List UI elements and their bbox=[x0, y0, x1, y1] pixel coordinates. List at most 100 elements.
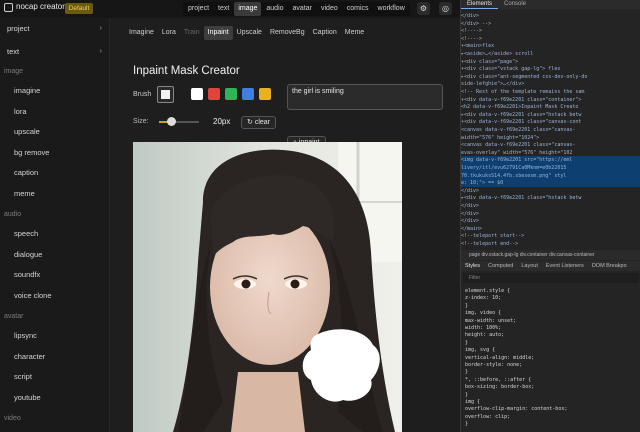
css-rule-line: vertical-align: middle; bbox=[465, 354, 535, 361]
feature-tabs: Imagine Lora Train Inpaint Upscale RemoveBg Ca… bbox=[125, 26, 368, 40]
top-bar: nocap creator Default project text image au… bbox=[0, 0, 460, 18]
sidebar-section-avatar: avatar bbox=[4, 313, 24, 320]
theme-icon[interactable]: ◎ bbox=[439, 2, 452, 15]
color-swatch[interactable] bbox=[225, 88, 237, 100]
main-panel: Imagine Lora Train Inpaint Upscale RemoveBg Ca… bbox=[111, 18, 460, 432]
css-rule-line: box-sizing: border-box; bbox=[465, 384, 535, 391]
css-rule-line: img, video { bbox=[465, 310, 502, 317]
styles-tabs: Styles Computed Layout Event Listeners DOM B… bbox=[461, 261, 640, 271]
css-rule-line: img { bbox=[465, 399, 481, 405]
portrait-image bbox=[133, 142, 402, 432]
app-area: nocap creator Default project text image au… bbox=[0, 0, 460, 432]
css-rule-line: z-index: 10; bbox=[465, 295, 502, 302]
top-nav-image[interactable]: image bbox=[234, 2, 262, 16]
sidebar-item-character[interactable]: character bbox=[14, 352, 45, 361]
css-rule-line: element.style { bbox=[465, 288, 511, 294]
css-rule-line: overflow: clip; bbox=[465, 413, 511, 420]
top-nav-audio[interactable]: audio bbox=[262, 2, 287, 16]
app-name: nocap creator bbox=[16, 2, 65, 11]
page-title: Inpaint Mask Creator bbox=[133, 65, 240, 77]
sidebar-group-label: text bbox=[7, 47, 20, 56]
top-nav-text[interactable]: text bbox=[214, 2, 233, 16]
sidebar-item-speech[interactable]: speech bbox=[14, 229, 38, 238]
tab-upscale[interactable]: Upscale bbox=[233, 26, 266, 40]
css-rule-line: border-style: none; bbox=[465, 362, 523, 368]
sidebar-item-lipsync[interactable]: lipsync bbox=[14, 331, 37, 340]
brush-size-value: 20px bbox=[213, 117, 231, 126]
inpaint-canvas[interactable] bbox=[133, 142, 402, 432]
top-nav-workflow[interactable]: workflow bbox=[374, 2, 409, 16]
sidebar-item-upscale[interactable]: upscale bbox=[14, 127, 40, 136]
dom-node-line[interactable]: <!--teleport end--> bbox=[461, 240, 640, 248]
styles-tab-styles[interactable]: Styles bbox=[461, 263, 484, 269]
color-swatch[interactable] bbox=[208, 88, 220, 100]
sidebar: project › text › image imagine lora upscale bg r… bbox=[0, 18, 110, 432]
top-nav-comics[interactable]: comics bbox=[343, 2, 373, 16]
sidebar-section-audio: audio bbox=[4, 211, 22, 218]
devtools-panel: Elements Console </div> </div> --> <!----… bbox=[460, 0, 640, 432]
top-nav-avatar[interactable]: avatar bbox=[289, 2, 316, 16]
chevron-right-icon: › bbox=[99, 48, 102, 55]
css-rule-line: } bbox=[465, 369, 469, 376]
top-nav: project text image audio avatar video comics wo… bbox=[183, 2, 410, 16]
refresh-icon: ↻ bbox=[247, 119, 253, 126]
top-nav-video[interactable]: video bbox=[317, 2, 342, 16]
color-swatch[interactable] bbox=[242, 88, 254, 100]
tab-imagine[interactable]: Imagine bbox=[125, 26, 158, 40]
styles-tab-dom-breakpo[interactable]: DOM Breakpo bbox=[588, 263, 631, 269]
clear-button[interactable]: ↻ clear bbox=[241, 116, 277, 129]
logo-icon bbox=[4, 3, 13, 12]
tab-meme[interactable]: Meme bbox=[341, 26, 368, 40]
dom-breadcrumb[interactable]: page div.vstack.gap-lg div.container div… bbox=[461, 250, 640, 260]
sidebar-section-video: video bbox=[4, 415, 21, 422]
sidebar-item-meme[interactable]: meme bbox=[14, 189, 35, 198]
css-rule-line: } bbox=[465, 391, 469, 398]
brush-size-slider-handle[interactable] bbox=[166, 117, 176, 126]
tab-inpaint[interactable]: Inpaint bbox=[203, 26, 233, 40]
sidebar-item-imagine[interactable]: imagine bbox=[14, 86, 40, 95]
prompt-input[interactable]: the girl is smiling bbox=[287, 84, 443, 110]
styles-filter-input[interactable]: Filter bbox=[463, 273, 639, 283]
sidebar-item-youtube[interactable]: youtube bbox=[14, 393, 41, 402]
css-rule-line: overflow-clip-margin: content-box; bbox=[465, 406, 568, 413]
color-swatch[interactable] bbox=[191, 88, 203, 100]
sidebar-section-image: image bbox=[4, 68, 24, 75]
css-rule-line: img, svg { bbox=[465, 347, 496, 354]
sidebar-group-label: project bbox=[7, 24, 30, 33]
sidebar-item-bg-remove[interactable]: bg remove bbox=[14, 148, 49, 157]
brush-label: Brush bbox=[133, 91, 152, 98]
tab-caption[interactable]: Caption bbox=[309, 26, 341, 40]
devtools-tab-console[interactable]: Console bbox=[498, 0, 532, 9]
sidebar-group-project[interactable]: project › bbox=[0, 20, 110, 38]
brush-color-preview[interactable] bbox=[157, 86, 174, 103]
tab-lora[interactable]: Lora bbox=[158, 26, 180, 40]
profile-badge[interactable]: Default bbox=[65, 3, 93, 14]
screen: nocap creator Default project text image au… bbox=[0, 0, 640, 432]
css-rule-line: } bbox=[465, 421, 469, 428]
sidebar-item-soundfx[interactable]: soundfx bbox=[14, 270, 40, 279]
devtools-tabs: Elements Console bbox=[461, 0, 640, 9]
styles-tab-event-listeners[interactable]: Event Listeners bbox=[542, 263, 588, 269]
color-swatch[interactable] bbox=[259, 88, 271, 100]
sidebar-item-script[interactable]: script bbox=[14, 372, 32, 381]
sidebar-item-caption[interactable]: caption bbox=[14, 168, 38, 177]
chevron-right-icon: › bbox=[99, 25, 102, 32]
clear-label: clear bbox=[254, 119, 271, 126]
css-rule-line: max-width: unset; bbox=[465, 317, 517, 324]
tab-removebg[interactable]: RemoveBg bbox=[266, 26, 309, 40]
css-rule-line: } bbox=[465, 339, 469, 346]
sidebar-item-voice-clone[interactable]: voice clone bbox=[14, 291, 52, 300]
css-rule-line: height: auto; bbox=[465, 332, 505, 339]
settings-icon[interactable]: ⚙ bbox=[417, 2, 430, 15]
css-rule-line: } bbox=[465, 302, 469, 309]
styles-tab-layout[interactable]: Layout bbox=[517, 263, 542, 269]
sidebar-item-dialogue[interactable]: dialogue bbox=[14, 250, 42, 259]
sidebar-group-text[interactable]: text › bbox=[0, 43, 110, 61]
devtools-tab-elements[interactable]: Elements bbox=[461, 0, 499, 9]
styles-tab-computed[interactable]: Computed bbox=[484, 263, 517, 269]
sidebar-item-lora[interactable]: lora bbox=[14, 107, 27, 116]
css-rule-line: width: 100%; bbox=[465, 325, 502, 331]
css-rule-line: *, ::before, ::after { bbox=[465, 376, 532, 383]
tab-train[interactable]: Train bbox=[180, 26, 204, 40]
top-nav-project[interactable]: project bbox=[184, 2, 213, 16]
